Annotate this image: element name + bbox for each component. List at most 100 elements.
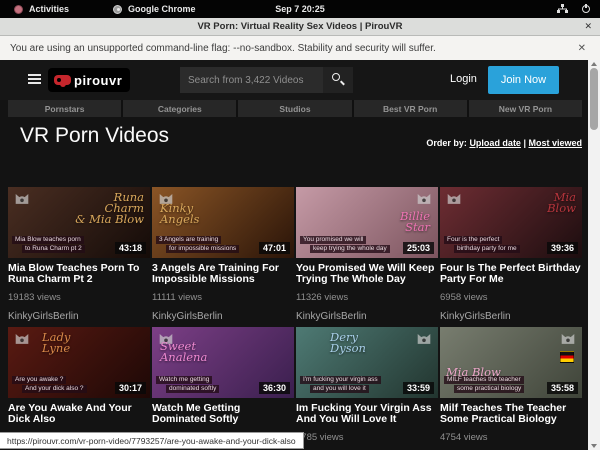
studio-link[interactable]: KinkyGirlsBerlin	[296, 311, 438, 322]
thumbnail-overlay-title: Runa Charm & Mia Blow	[75, 192, 144, 225]
login-link[interactable]: Login	[450, 73, 477, 85]
system-top-bar: Activities Google Chrome Sep 7 20:25	[0, 0, 600, 18]
order-by: Order by: Upload date | Most viewed	[426, 138, 582, 148]
studio-cat-logo-icon	[559, 331, 577, 346]
duration-badge: 39:36	[547, 242, 578, 254]
video-card[interactable]: Mia Blow Four is the perfectbirthday par…	[440, 187, 582, 327]
scrollbar-down-icon[interactable]	[591, 444, 597, 448]
scrollbar[interactable]	[588, 60, 600, 450]
video-grid: Runa Charm & Mia Blow Mia Blow teaches p…	[8, 187, 582, 450]
duration-badge: 33:59	[403, 382, 434, 394]
studio-cat-logo-icon	[415, 331, 433, 346]
video-card[interactable]: Mia Blow MILF teaches the teachersome pr…	[440, 327, 582, 450]
thumbnail-caption: Are you awake ?And your dick also ?	[12, 376, 87, 393]
video-thumbnail[interactable]: Mia Blow Four is the perfectbirthday par…	[440, 187, 582, 258]
order-by-upload-date-link[interactable]: Upload date	[469, 138, 521, 148]
video-thumbnail[interactable]: Mia Blow MILF teaches the teachersome pr…	[440, 327, 582, 398]
video-thumbnail[interactable]: Lady Lyne Are you awake ?And your dick a…	[8, 327, 150, 398]
search-button[interactable]	[323, 67, 353, 93]
page-title: VR Porn Videos	[20, 124, 169, 148]
scrollbar-up-icon[interactable]	[591, 62, 597, 66]
view-count: 11111 views	[152, 292, 294, 303]
video-title[interactable]: Four Is The Perfect Birthday Party For M…	[440, 263, 582, 285]
thumbnail-overlay-title: Kinky Angels	[160, 203, 199, 225]
nav-tab-new-vr-porn[interactable]: New VR Porn	[469, 100, 582, 117]
duration-badge: 43:18	[115, 242, 146, 254]
thumbnail-overlay-title: Mia Blow	[547, 192, 576, 214]
join-now-button[interactable]: Join Now	[488, 66, 559, 94]
nav-tab-best-vr-porn[interactable]: Best VR Porn	[354, 100, 467, 117]
studio-cat-logo-icon	[13, 331, 31, 346]
studio-link[interactable]: KinkyGirlsBerlin	[440, 311, 582, 322]
order-by-most-viewed-link[interactable]: Most viewed	[528, 138, 582, 148]
nav-tab-pornstars[interactable]: Pornstars	[8, 100, 121, 117]
view-count: 11326 views	[296, 292, 438, 303]
video-title[interactable]: Milf Teaches The Teacher Some Practical …	[440, 403, 582, 425]
browser-title-bar: VR Porn: Virtual Reality Sex Videos | Pi…	[0, 18, 600, 36]
studio-link[interactable]: KinkyGirlsBerlin	[152, 311, 294, 322]
video-title[interactable]: Im Fucking Your Virgin Ass And You Will …	[296, 403, 438, 425]
thumbnail-caption: You promised we willkeep trying the whol…	[300, 236, 390, 253]
view-count: 19183 views	[8, 292, 150, 303]
video-thumbnail[interactable]: Dery Dyson I'm fucking your virgin assan…	[296, 327, 438, 398]
power-icon[interactable]	[582, 5, 590, 13]
duration-badge: 36:30	[259, 382, 290, 394]
studio-cat-logo-icon	[415, 191, 433, 206]
video-card[interactable]: Runa Charm & Mia Blow Mia Blow teaches p…	[8, 187, 150, 327]
video-card[interactable]: Dery Dyson I'm fucking your virgin assan…	[296, 327, 438, 450]
infobar-close-icon[interactable]: ✕	[578, 43, 586, 54]
thumbnail-caption: Watch me gettingdominated softly	[156, 376, 219, 393]
infobar-message: You are using an unsupported command-lin…	[10, 43, 436, 54]
german-flag-icon	[560, 351, 574, 363]
video-card[interactable]: Kinky Angels 3 Angels are trainingfor im…	[152, 187, 294, 327]
chrome-infobar: You are using an unsupported command-lin…	[0, 36, 600, 60]
video-title[interactable]: 3 Angels Are Training For Impossible Mis…	[152, 263, 294, 285]
duration-badge: 25:03	[403, 242, 434, 254]
thumbnail-caption: Mia Blow teaches pornto Runa Charm pt 2	[12, 236, 85, 253]
duration-badge: 35:58	[547, 382, 578, 394]
video-thumbnail[interactable]: Billie Star You promised we willkeep try…	[296, 187, 438, 258]
video-thumbnail[interactable]: Sweet Analena Watch me gettingdominated …	[152, 327, 294, 398]
search-input[interactable]	[180, 67, 323, 93]
thumbnail-overlay-title: Billie Star	[400, 211, 430, 233]
network-icon[interactable]	[557, 4, 568, 14]
site-logo[interactable]: pirouvr	[48, 68, 130, 92]
vr-goggles-icon	[54, 75, 71, 85]
video-title[interactable]: You Promised We Will Keep Trying The Who…	[296, 263, 438, 285]
view-count: 6958 views	[440, 292, 582, 303]
main-nav: PornstarsCategoriesStudiosBest VR PornNe…	[8, 100, 582, 117]
thumbnail-caption: MILF teaches the teachersome practical b…	[444, 376, 524, 393]
scrollbar-thumb[interactable]	[590, 68, 598, 130]
thumbnail-caption: Four is the perfectbirthday party for me	[444, 236, 520, 253]
screen: Activities Google Chrome Sep 7 20:25 VR …	[0, 0, 600, 450]
duration-badge: 30:17	[115, 382, 146, 394]
video-title[interactable]: Are You Awake And Your Dick Also	[8, 403, 150, 425]
search-icon	[332, 73, 340, 81]
page-viewport: pirouvr Login Join Now PornstarsCategori…	[0, 60, 600, 450]
video-title[interactable]: Watch Me Getting Dominated Softly	[152, 403, 294, 425]
hamburger-menu-icon[interactable]	[28, 74, 41, 86]
status-url-bubble: https://pirouvr.com/vr-porn-video/779325…	[0, 432, 304, 449]
order-by-label: Order by:	[426, 138, 467, 148]
tab-close-icon[interactable]: ✕	[584, 21, 592, 32]
video-title[interactable]: Mia Blow Teaches Porn To Runa Charm Pt 2	[8, 263, 150, 285]
video-thumbnail[interactable]: Runa Charm & Mia Blow Mia Blow teaches p…	[8, 187, 150, 258]
system-clock[interactable]: Sep 7 20:25	[0, 4, 600, 14]
studio-link[interactable]: KinkyGirlsBerlin	[8, 311, 150, 322]
video-card[interactable]: Billie Star You promised we willkeep try…	[296, 187, 438, 327]
site-header: pirouvr Login Join Now	[0, 60, 588, 100]
studio-cat-logo-icon	[445, 191, 463, 206]
studio-cat-logo-icon	[13, 191, 31, 206]
tab-title: VR Porn: Virtual Reality Sex Videos | Pi…	[197, 21, 402, 32]
thumbnail-caption: 3 Angels are trainingfor impossible miss…	[156, 236, 239, 253]
duration-badge: 47:01	[259, 242, 290, 254]
view-count: 4754 views	[440, 432, 582, 443]
nav-tab-categories[interactable]: Categories	[123, 100, 236, 117]
thumbnail-overlay-title: Sweet Analena	[160, 341, 207, 363]
nav-tab-studios[interactable]: Studios	[238, 100, 351, 117]
video-thumbnail[interactable]: Kinky Angels 3 Angels are trainingfor im…	[152, 187, 294, 258]
view-count: 8785 views	[296, 432, 438, 443]
thumbnail-overlay-title: Dery Dyson	[330, 332, 366, 354]
thumbnail-caption: I'm fucking your virgin assand you will …	[300, 376, 381, 393]
site-logo-text: pirouvr	[74, 73, 122, 88]
